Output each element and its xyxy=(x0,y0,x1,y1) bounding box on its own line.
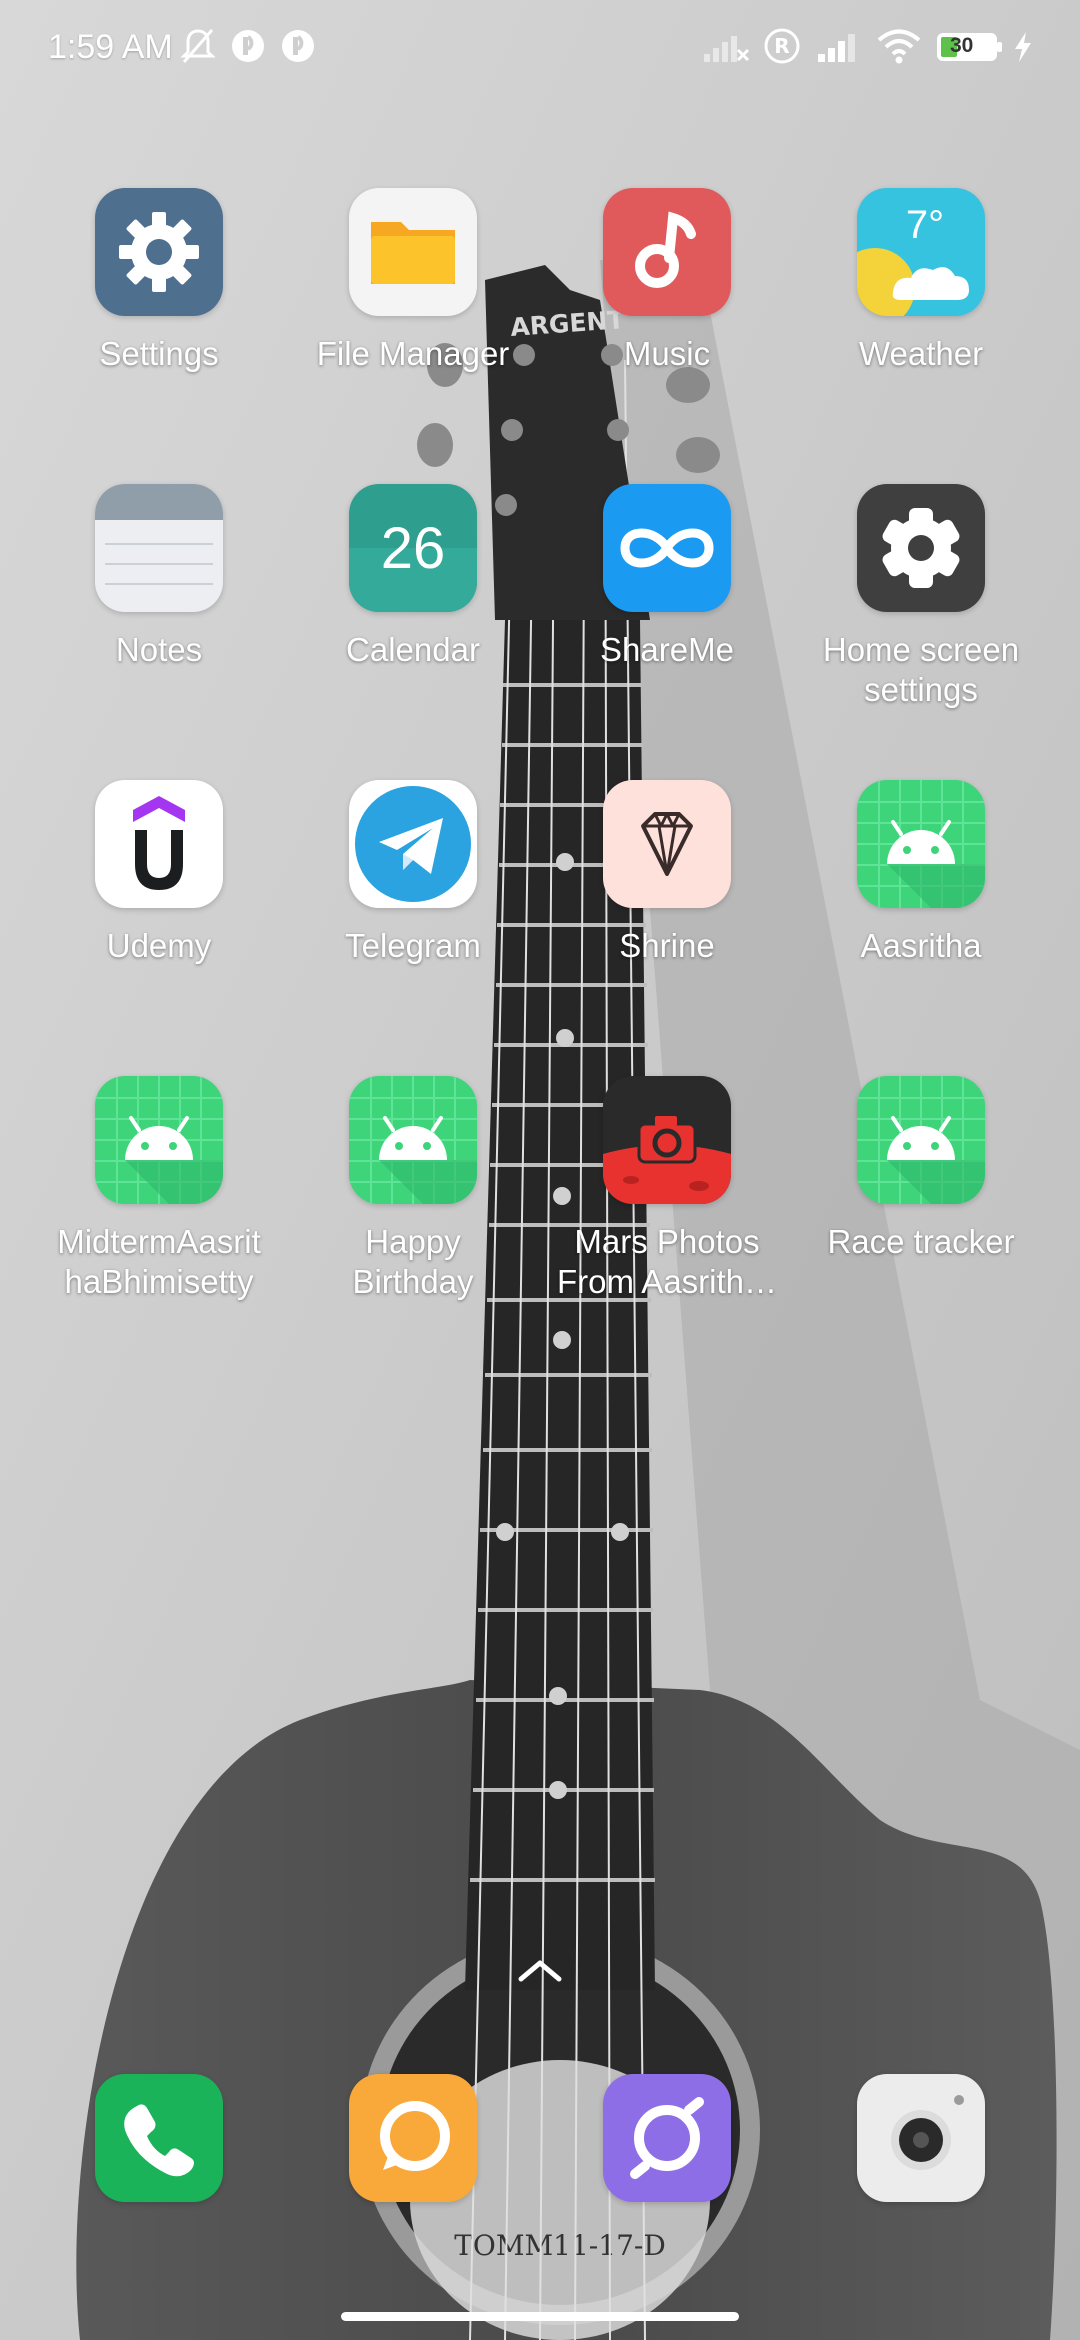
app-label: Settings xyxy=(99,335,219,372)
infinity-icon xyxy=(603,484,731,612)
app-label: MidtermAasrit haBhimisetty xyxy=(57,1223,261,1300)
app-label: Shrine xyxy=(619,927,715,964)
android-icon xyxy=(857,1076,985,1204)
app-label: Weather xyxy=(858,335,984,372)
gear-icon xyxy=(857,484,985,612)
calendar-icon: 26 xyxy=(349,484,477,612)
chevron-up-icon[interactable] xyxy=(515,1955,565,1985)
diamond-icon xyxy=(603,780,731,908)
signal-off-icon xyxy=(704,36,750,62)
android-icon xyxy=(857,780,985,908)
app-label: Music xyxy=(623,335,711,372)
app-label: ShareMe xyxy=(600,631,734,668)
dock-messages[interactable] xyxy=(286,2074,540,2204)
app-notes[interactable]: Notes xyxy=(32,484,286,704)
notes-icon xyxy=(95,484,223,612)
app-label: Notes xyxy=(115,631,203,668)
wifi-icon xyxy=(877,29,921,64)
folder-icon xyxy=(349,188,477,316)
battery-level: 30 xyxy=(950,34,974,57)
app-label: Mars Photos From Aasrith… xyxy=(556,1223,778,1300)
paper-plane-icon xyxy=(349,780,477,908)
camera-icon xyxy=(603,1076,731,1204)
app-race-tracker[interactable]: Race tracker xyxy=(794,1076,1048,1276)
app-settings[interactable]: Settings xyxy=(32,188,286,388)
browser-icon xyxy=(603,2074,731,2202)
dock-camera[interactable] xyxy=(794,2074,1048,2204)
app-weather[interactable]: 7° Weather xyxy=(794,188,1048,388)
app-label: Udemy xyxy=(106,927,212,964)
messages-icon xyxy=(349,2074,477,2202)
app-midterm[interactable]: MidtermAasrit haBhimisetty xyxy=(32,1076,286,1306)
app-label: Race tracker xyxy=(827,1223,1015,1260)
svg-text:R: R xyxy=(774,34,789,58)
mute-icon xyxy=(180,29,216,63)
soundhole-label-text: TOMM11-17-D xyxy=(454,2229,666,2262)
app-happy-birthday[interactable]: Happy Birthday xyxy=(286,1076,540,1306)
signal-icon xyxy=(818,34,855,62)
camera-icon xyxy=(857,2074,985,2202)
status-bar: 1:59 AM R 30 xyxy=(0,0,1080,100)
weather-icon: 7° xyxy=(857,188,985,316)
settings-icon xyxy=(95,188,223,316)
charging-icon xyxy=(1015,32,1031,62)
app-music[interactable]: Music xyxy=(540,188,794,388)
android-icon xyxy=(349,1076,477,1204)
android-icon xyxy=(95,1076,223,1204)
app-label: Telegram xyxy=(345,927,481,964)
status-time: 1:59 AM xyxy=(48,28,173,66)
app-label: Aasritha xyxy=(860,927,982,964)
app-shareme[interactable]: ShareMe xyxy=(540,484,794,704)
notification-icon xyxy=(282,30,314,62)
app-label: Home screen settings xyxy=(822,631,1020,708)
app-file-manager[interactable]: File Manager xyxy=(286,188,540,388)
notification-icon xyxy=(232,30,264,62)
music-note-icon xyxy=(603,188,731,316)
calendar-date: 26 xyxy=(381,516,446,581)
roaming-icon: R xyxy=(764,28,800,64)
app-mars-photos[interactable]: Mars Photos From Aasrith… xyxy=(540,1076,794,1306)
dock-browser[interactable] xyxy=(540,2074,794,2204)
weather-temp: 7° xyxy=(906,203,944,247)
app-telegram[interactable]: Telegram xyxy=(286,780,540,980)
app-shrine[interactable]: Shrine xyxy=(540,780,794,980)
app-label: Happy Birthday xyxy=(352,1223,474,1300)
app-calendar[interactable]: 26 Calendar xyxy=(286,484,540,704)
app-label: File Manager xyxy=(316,335,510,372)
app-udemy[interactable]: Udemy xyxy=(32,780,286,980)
home-indicator[interactable] xyxy=(341,2312,739,2321)
phone-icon xyxy=(95,2074,223,2202)
app-home-screen-settings[interactable]: Home screen settings xyxy=(794,484,1048,714)
dock-phone[interactable] xyxy=(32,2074,286,2204)
app-aasritha[interactable]: Aasritha xyxy=(794,780,1048,980)
app-label: Calendar xyxy=(346,631,480,668)
udemy-icon xyxy=(95,780,223,908)
